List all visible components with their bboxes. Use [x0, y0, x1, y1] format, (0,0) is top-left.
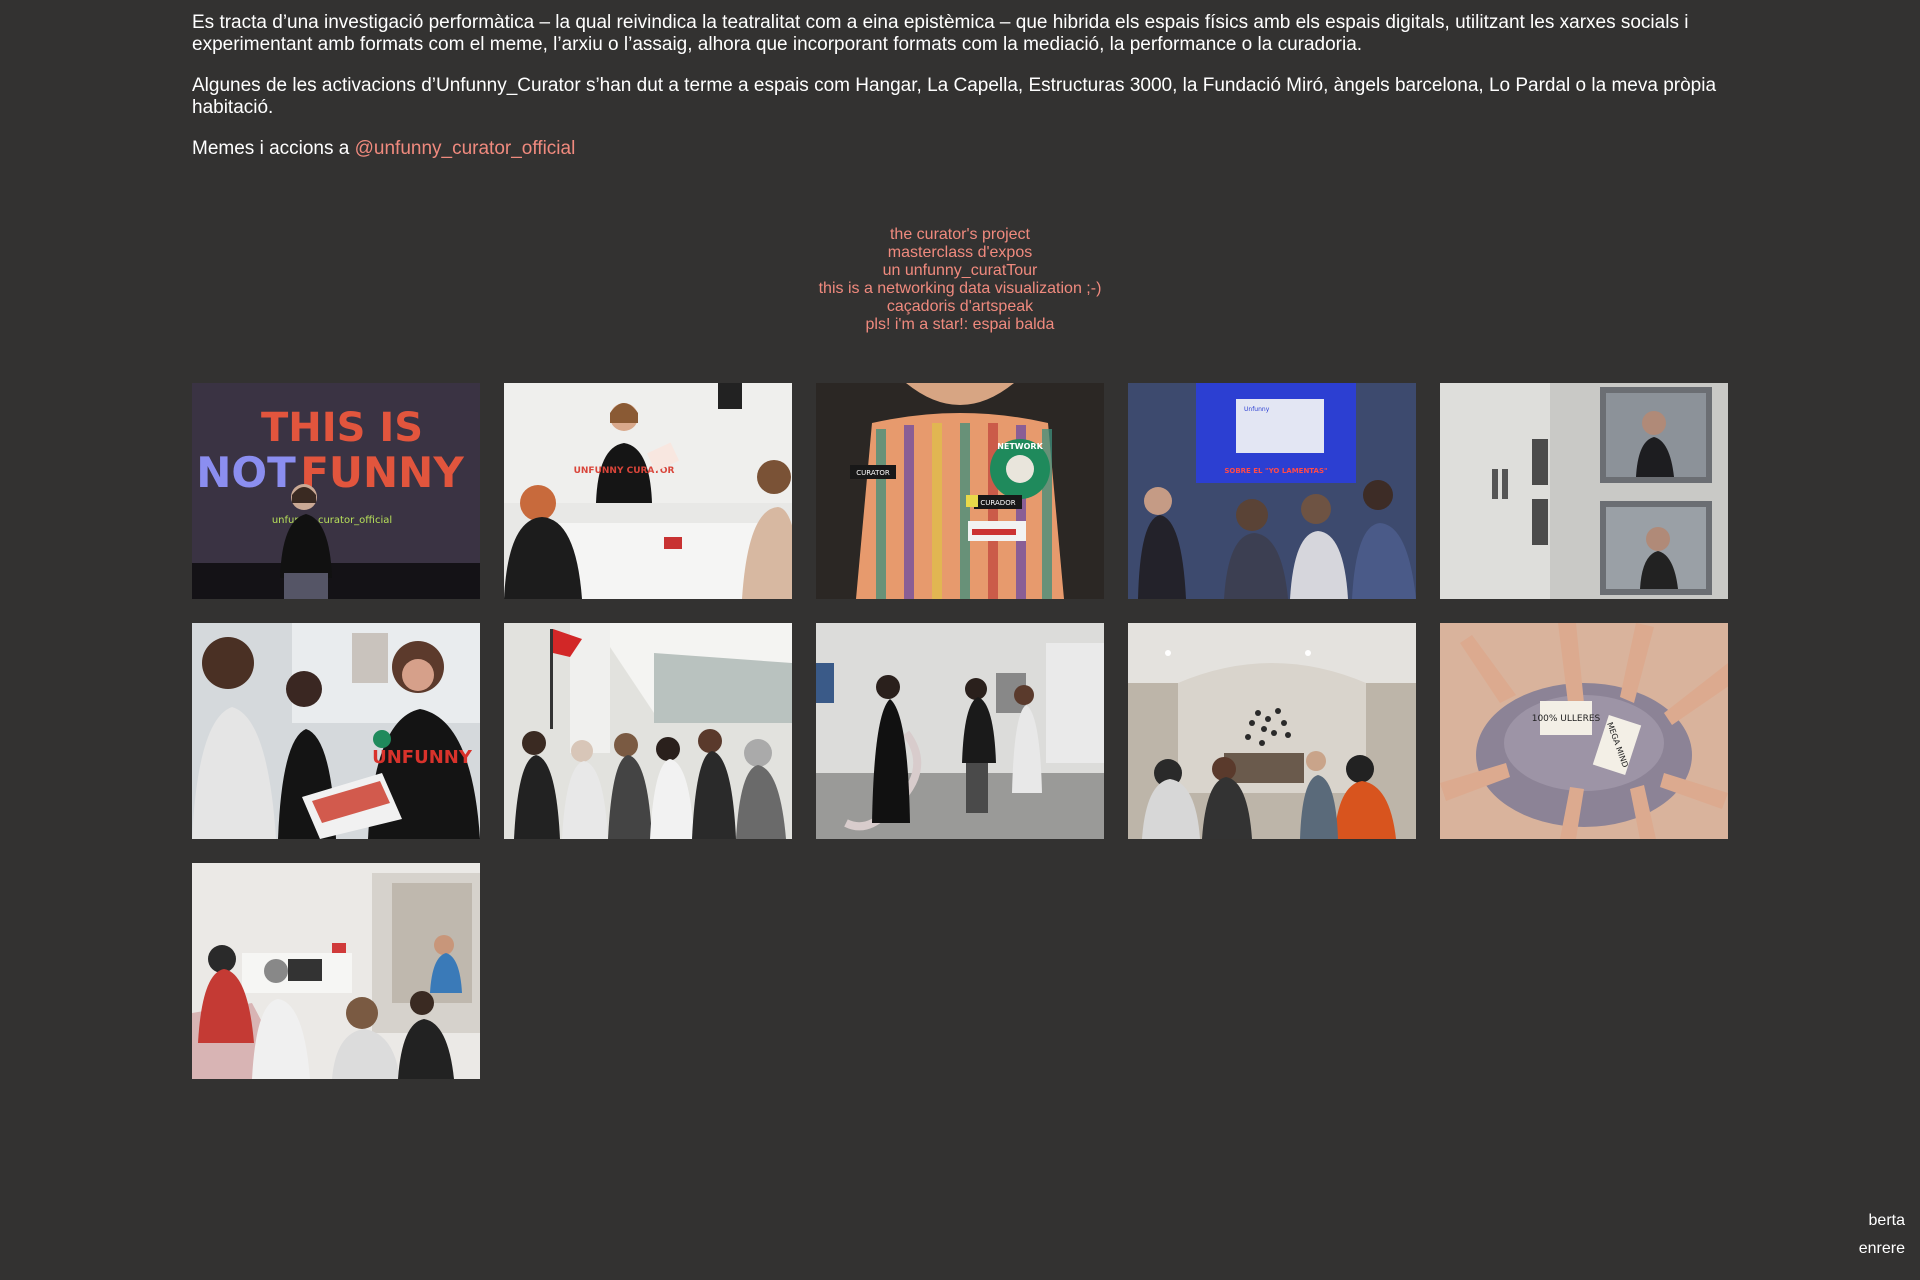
photo-gallery: THIS IS NOT FUNNY unfunny_curator_offici…	[192, 383, 1728, 1079]
photo-reading-table[interactable]: UNFUNNY CURATOR	[504, 383, 792, 599]
intro-paragraph-1: Es tracta d’una investigació performàtic…	[192, 12, 1689, 55]
back-link[interactable]: enrere	[1859, 1240, 1905, 1258]
photo-people-desk[interactable]	[192, 863, 480, 1079]
photo-hands-ball-image: 100% ULLERES MEGA MIND	[1440, 623, 1728, 839]
intro-paragraph-3: Memes i accions a @unfunny_curator_offic…	[192, 138, 1728, 160]
photo-women-book[interactable]: UNFUNNY	[192, 623, 480, 839]
photo-room-dots[interactable]	[1128, 623, 1416, 839]
photo-networking-badge[interactable]: NETWORK CURATOR CURADOR	[816, 383, 1104, 599]
site-owner-link[interactable]: berta	[1869, 1212, 1905, 1230]
intro-paragraph-2: Algunes de les activacions d’Unfunny_Cur…	[192, 75, 1717, 118]
photo-tag-2: CURADOR	[980, 499, 1015, 507]
project-link-espai-balda[interactable]: pls! i'm a star!: espai balda	[0, 316, 1920, 334]
photo-crowd-hall[interactable]	[504, 623, 792, 839]
photo-women-book-image: UNFUNNY	[192, 623, 480, 839]
photo-reading-table-image: UNFUNNY CURATOR	[504, 383, 792, 599]
photo-screen-title: Unfunny	[1244, 406, 1270, 413]
memes-prefix: Memes i accions a	[192, 138, 355, 159]
photo-people-desk-image	[192, 863, 480, 1079]
photo-badge-text: NETWORK	[997, 442, 1043, 451]
photo-text-line1: THIS IS	[261, 405, 423, 451]
photo-sign-1: 100% ULLERES	[1532, 714, 1601, 724]
photo-shirt-text-2: UNFUNNY	[372, 747, 473, 768]
intro-text: Es tracta d’una investigació performàtic…	[192, 12, 1728, 179]
photo-this-is-not-funny[interactable]: THIS IS NOT FUNNY unfunny_curator_offici…	[192, 383, 480, 599]
photo-tag-1: CURATOR	[856, 469, 890, 477]
project-link-networking[interactable]: this is a networking data visualization …	[0, 280, 1920, 298]
photo-screen-subtitle: SOBRE EL "YO LAMENTAS"	[1224, 467, 1327, 475]
photo-crowd-hall-image	[504, 623, 792, 839]
photo-projection-room-image: Unfunny SOBRE EL "YO LAMENTAS"	[1128, 383, 1416, 599]
photo-gallery-room[interactable]	[816, 623, 1104, 839]
projects-list: the curator's project masterclass d'expo…	[0, 226, 1920, 334]
photo-gallery-wall-image	[1440, 383, 1728, 599]
photo-text-caption: unfunny_curator_official	[272, 515, 392, 526]
photo-networking-badge-image: NETWORK CURATOR CURADOR	[816, 383, 1104, 599]
photo-gallery-wall[interactable]	[1440, 383, 1728, 599]
photo-projection-room[interactable]: Unfunny SOBRE EL "YO LAMENTAS"	[1128, 383, 1416, 599]
instagram-link[interactable]: @unfunny_curator_official	[355, 138, 576, 159]
photo-hands-ball[interactable]: 100% ULLERES MEGA MIND	[1440, 623, 1728, 839]
project-link-masterclass[interactable]: masterclass d'expos	[0, 244, 1920, 262]
photo-this-is-not-funny-image: THIS IS NOT FUNNY unfunny_curator_offici…	[192, 383, 480, 599]
project-link-artspeak[interactable]: caçadoris d'artspeak	[0, 298, 1920, 316]
photo-text-line2: NOT	[196, 448, 296, 497]
photo-gallery-room-image	[816, 623, 1104, 839]
project-link-curattour[interactable]: un unfunny_curatTour	[0, 262, 1920, 280]
photo-room-dots-image	[1128, 623, 1416, 839]
project-link-curators-project[interactable]: the curator's project	[0, 226, 1920, 244]
photo-text-line3: FUNNY	[300, 448, 464, 497]
